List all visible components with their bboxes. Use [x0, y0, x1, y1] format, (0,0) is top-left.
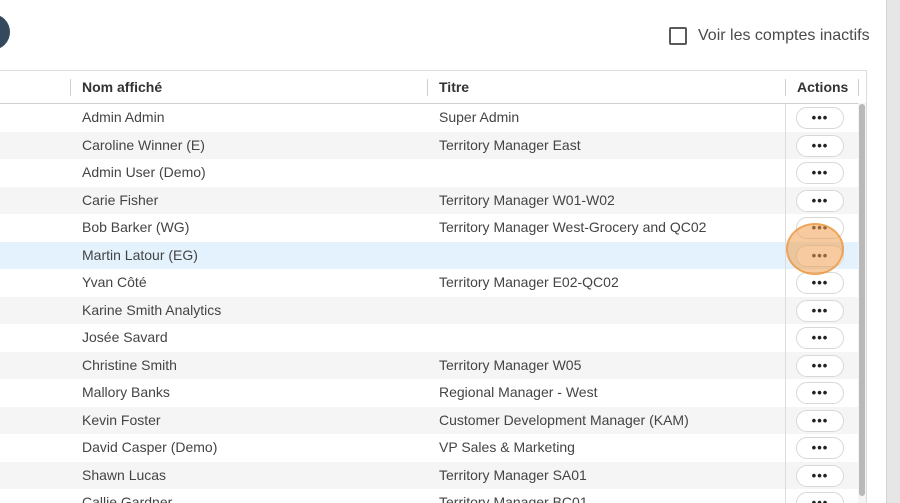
row-more-actions-button[interactable]: •••	[796, 327, 844, 349]
table-row[interactable]: Admin User (Demo) •••	[0, 159, 866, 187]
title-cell: Territory Manager W05	[439, 356, 582, 373]
row-more-actions-button[interactable]: •••	[796, 492, 844, 503]
round-action-button[interactable]	[0, 14, 10, 50]
display-name-cell: Bob Barker (WG)	[82, 219, 190, 235]
display-name-cell: Yvan Côté	[82, 274, 147, 290]
table-header: Nom affiché Titre Actions	[0, 71, 866, 104]
table-row[interactable]: Yvan Côté Territory Manager E02-QC02 •••	[0, 269, 866, 297]
header-actions: Actions	[797, 79, 849, 95]
display-name-cell: Caroline Winner (E)	[82, 136, 205, 153]
row-more-actions-button[interactable]: •••	[796, 354, 844, 377]
display-name-cell: David Casper (Demo)	[82, 439, 218, 455]
column-separator[interactable]	[70, 79, 71, 96]
title-cell: Territory Manager E02-QC02	[439, 274, 619, 290]
users-table: Nom affiché Titre Actions Admin Admin Sup…	[0, 70, 867, 503]
row-more-actions-button[interactable]: •••	[796, 244, 844, 267]
row-more-actions-button[interactable]: •••	[796, 464, 844, 487]
table-row[interactable]: Caroline Winner (E) Territory Manager Eas…	[0, 131, 866, 159]
display-name-cell: Karine Smith Analytics	[82, 301, 222, 318]
display-name-cell: Kevin Foster	[82, 411, 161, 428]
title-cell: Territory Manager W01-W02	[439, 191, 615, 208]
title-cell: Customer Development Manager (KAM)	[439, 411, 689, 428]
row-more-actions-button[interactable]: •••	[796, 409, 844, 432]
more-dots-icon: •••	[811, 220, 829, 235]
more-dots-icon: •••	[811, 357, 829, 373]
display-name-cell: Admin Admin	[82, 109, 165, 125]
row-more-actions-button[interactable]: •••	[796, 189, 844, 212]
column-separator[interactable]	[427, 79, 428, 96]
more-dots-icon: •••	[811, 247, 829, 263]
show-inactive-toggle[interactable]: Voir les comptes inactifs	[669, 27, 870, 45]
table-row[interactable]: Kevin Foster Customer Development Manager…	[0, 406, 866, 434]
table-row[interactable]: Carie Fisher Territory Manager W01-W02 •••	[0, 186, 866, 214]
row-more-actions-button[interactable]: •••	[796, 107, 844, 129]
row-more-actions-button[interactable]: •••	[796, 299, 844, 322]
table-row[interactable]: Christine Smith Territory Manager W05 •••	[0, 351, 866, 379]
more-dots-icon: •••	[811, 302, 829, 318]
table-body: Admin Admin Super Admin ••• Caroline Winner…	[0, 104, 866, 503]
display-name-cell: Callie Gardner	[82, 494, 173, 503]
table-row[interactable]: Callie Gardner Territory Manager BC01 •••	[0, 489, 866, 503]
title-cell: Territory Manager SA01	[439, 466, 587, 483]
title-cell: Territory Manager East	[439, 136, 581, 153]
more-dots-icon: •••	[811, 495, 829, 503]
table-row[interactable]: Karine Smith Analytics •••	[0, 296, 866, 324]
header-display-name[interactable]: Nom affiché	[82, 71, 162, 103]
title-cell: VP Sales & Marketing	[439, 439, 575, 455]
show-inactive-checkbox[interactable]	[669, 27, 687, 45]
more-dots-icon: •••	[811, 137, 829, 153]
more-dots-icon: •••	[811, 165, 829, 180]
row-more-actions-button[interactable]: •••	[796, 134, 844, 157]
row-more-actions-button[interactable]: •••	[796, 217, 844, 239]
users-page: Voir les comptes inactifs Nom affiché Ti…	[0, 0, 900, 503]
more-dots-icon: •••	[811, 192, 829, 208]
more-dots-icon: •••	[811, 330, 829, 345]
table-row[interactable]: Bob Barker (WG) Territory Manager West-Gr…	[0, 214, 866, 242]
row-more-actions-button[interactable]: •••	[796, 382, 844, 404]
display-name-cell: Admin User (Demo)	[82, 164, 206, 180]
display-name-cell: Mallory Banks	[82, 384, 170, 400]
display-name-cell: Christine Smith	[82, 356, 177, 373]
title-cell: Regional Manager - West	[439, 384, 598, 400]
actions-column-divider	[785, 104, 786, 503]
table-row[interactable]: David Casper (Demo) VP Sales & Marketing •…	[0, 434, 866, 462]
display-name-cell: Josée Savard	[82, 329, 168, 345]
table-row[interactable]: Admin Admin Super Admin •••	[0, 104, 866, 132]
header-title[interactable]: Titre	[439, 71, 469, 103]
title-cell: Territory Manager BC01	[439, 494, 588, 503]
row-more-actions-button[interactable]: •••	[796, 437, 844, 459]
row-more-actions-button[interactable]: •••	[796, 162, 844, 184]
row-more-actions-button[interactable]: •••	[796, 272, 844, 294]
more-dots-icon: •••	[811, 110, 829, 125]
column-separator[interactable]	[785, 79, 786, 96]
table-row[interactable]: Martin Latour (EG) •••	[0, 241, 866, 269]
more-dots-icon: •••	[811, 412, 829, 428]
more-dots-icon: •••	[811, 467, 829, 483]
more-dots-icon: •••	[811, 275, 829, 290]
display-name-cell: Martin Latour (EG)	[82, 246, 198, 263]
title-cell: Super Admin	[439, 109, 520, 125]
table-row[interactable]: Josée Savard •••	[0, 324, 866, 352]
show-inactive-label: Voir les comptes inactifs	[698, 27, 870, 44]
title-cell: Territory Manager West-Grocery and QC02	[439, 219, 707, 235]
more-dots-icon: •••	[811, 385, 829, 400]
table-row[interactable]: Mallory Banks Regional Manager - West •••	[0, 379, 866, 407]
table-row[interactable]: Shawn Lucas Territory Manager SA01 •••	[0, 461, 866, 489]
more-dots-icon: •••	[811, 440, 829, 455]
display-name-cell: Carie Fisher	[82, 191, 159, 208]
table-scrollbar-thumb[interactable]	[859, 104, 865, 496]
display-name-cell: Shawn Lucas	[82, 466, 167, 483]
page-scrollbar[interactable]	[886, 0, 900, 503]
column-separator	[858, 79, 859, 96]
